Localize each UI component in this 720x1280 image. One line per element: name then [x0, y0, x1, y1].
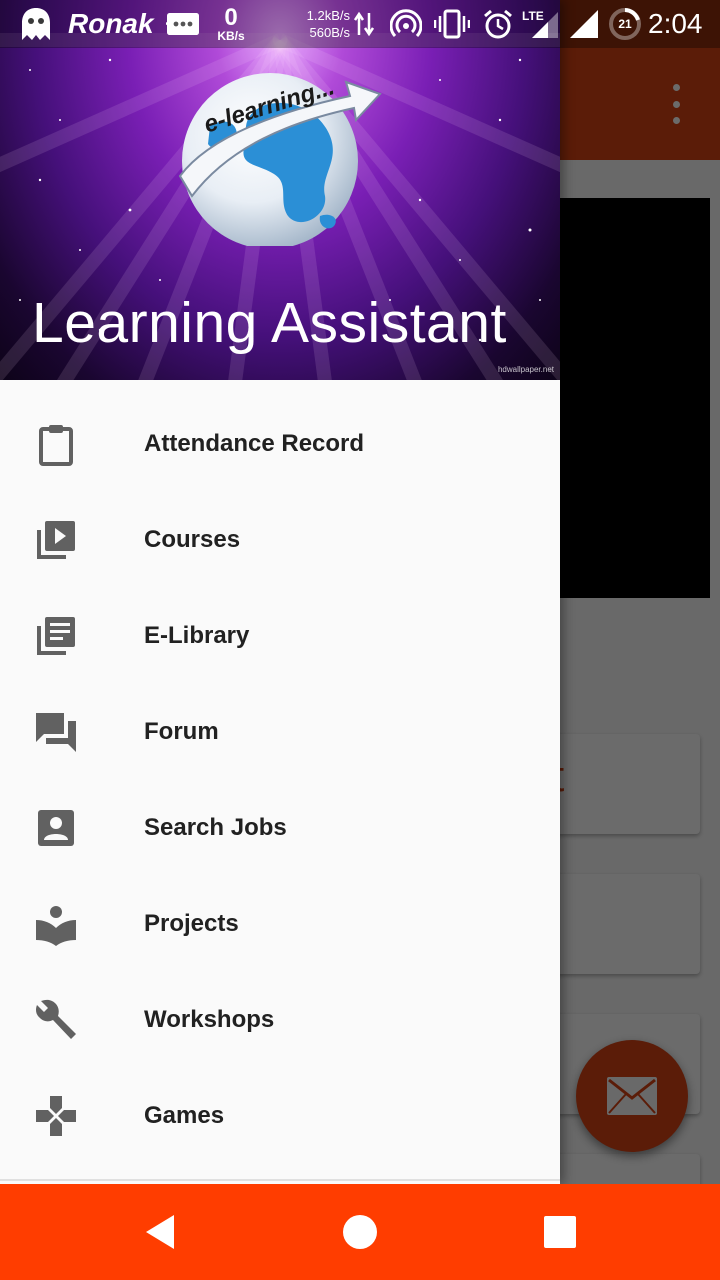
games-icon — [0, 1068, 144, 1164]
menu-label-forum: Forum — [144, 718, 219, 745]
data-activity-icon — [354, 0, 374, 48]
upload-rate: 1.2kB/s — [306, 8, 350, 23]
drawer-header: e-learning... Learning Assistant hdwallp… — [0, 0, 560, 380]
forum-icon — [0, 684, 144, 780]
library-books-icon — [0, 588, 144, 684]
hotspot-icon — [390, 0, 422, 48]
net-speed-unit: KB/s — [217, 29, 245, 43]
drawer-divider — [0, 1179, 560, 1181]
drawer-menu: Attendance Record Courses E-Library Foru… — [0, 380, 560, 1164]
message-icon — [166, 0, 200, 48]
back-button[interactable] — [100, 1184, 220, 1280]
menu-label-courses: Courses — [144, 526, 241, 553]
image-credit: hdwallpaper.net — [497, 365, 554, 374]
back-triangle-icon — [146, 1215, 174, 1249]
menu-item-courses[interactable]: Courses — [0, 492, 560, 588]
status-bar: Ronak 0 KB/s 1.2kB/s 560B/s LTE 21 2:04 — [0, 0, 720, 48]
recents-button[interactable] — [500, 1184, 620, 1280]
signal-strength-icon — [568, 0, 600, 48]
clipboard-icon — [0, 396, 144, 492]
menu-item-workshops[interactable]: Workshops — [0, 972, 560, 1068]
local-library-icon — [0, 876, 144, 972]
video-library-icon — [0, 492, 144, 588]
carrier-name: Ronak — [68, 8, 154, 39]
account-box-icon — [0, 780, 144, 876]
status-clock: 2:04 — [648, 8, 703, 39]
battery-level: 21 — [618, 17, 632, 31]
alarm-icon — [482, 0, 514, 48]
menu-item-e-library[interactable]: E-Library — [0, 588, 560, 684]
menu-label-search-jobs: Search Jobs — [144, 814, 287, 841]
menu-label-workshops: Workshops — [144, 1006, 275, 1033]
net-speed-meter: 0 KB/s — [212, 0, 250, 48]
drawer-header-title: Learning Assistant — [32, 291, 507, 355]
net-speed-value: 0 — [224, 4, 238, 31]
menu-item-forum[interactable]: Forum — [0, 684, 560, 780]
vibrate-icon — [434, 0, 470, 48]
ghost-icon — [20, 0, 52, 48]
data-rates: 1.2kB/s 560B/s — [294, 0, 350, 48]
download-rate: 560B/s — [309, 25, 350, 40]
menu-item-search-jobs[interactable]: Search Jobs — [0, 780, 560, 876]
system-navigation-bar — [0, 1184, 720, 1280]
navigation-drawer: e-learning... Learning Assistant hdwallp… — [0, 0, 560, 1184]
menu-label-attendance-record: Attendance Record — [144, 430, 365, 457]
menu-item-projects[interactable]: Projects — [0, 876, 560, 972]
wrench-icon — [0, 972, 144, 1068]
menu-label-e-library: E-Library — [144, 622, 250, 649]
recents-square-icon — [544, 1216, 576, 1248]
menu-label-games: Games — [144, 1102, 225, 1129]
menu-item-games[interactable]: Games — [0, 1068, 560, 1164]
menu-label-projects: Projects — [144, 910, 239, 937]
lte-signal-icon — [530, 0, 560, 48]
home-button[interactable] — [300, 1184, 420, 1280]
home-circle-icon — [343, 1215, 377, 1249]
menu-item-attendance-record[interactable]: Attendance Record — [0, 396, 560, 492]
